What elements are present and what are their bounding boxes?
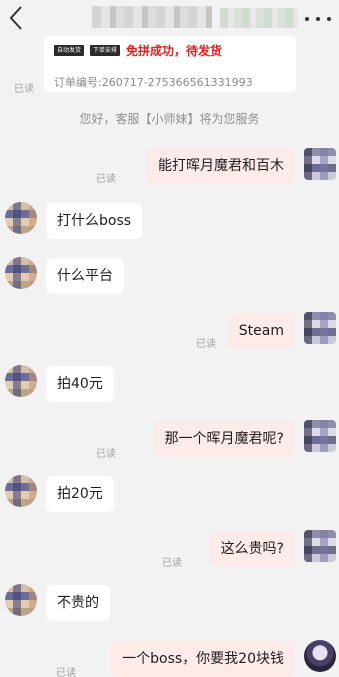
peer-avatar[interactable] bbox=[5, 365, 37, 397]
read-receipt: 已读 bbox=[162, 558, 182, 569]
my-avatar[interactable] bbox=[304, 420, 336, 452]
my-avatar[interactable] bbox=[304, 312, 336, 344]
read-receipt: 已读 bbox=[96, 449, 116, 460]
read-receipt: 已读 bbox=[14, 84, 34, 95]
read-receipt: 已读 bbox=[96, 174, 116, 185]
message-bubble-incoming[interactable]: 拍40元 bbox=[46, 366, 114, 402]
peer-avatar[interactable] bbox=[5, 584, 37, 616]
blurred-shop-badge bbox=[220, 8, 298, 28]
system-message: 您好，客服【小师妹】将为您服务 bbox=[79, 112, 260, 126]
message-bubble-outgoing[interactable]: 能打晖月魔君和百木 bbox=[147, 148, 295, 184]
my-avatar[interactable] bbox=[304, 640, 336, 672]
top-bar bbox=[0, 0, 339, 40]
more-dots-icon[interactable] bbox=[305, 10, 331, 28]
message-bubble-outgoing[interactable]: 这么贵吗? bbox=[209, 531, 295, 567]
my-avatar[interactable] bbox=[304, 530, 336, 562]
chevron-left-icon[interactable] bbox=[6, 4, 28, 32]
message-bubble-outgoing[interactable]: Steam bbox=[227, 313, 295, 349]
peer-avatar[interactable] bbox=[5, 202, 37, 234]
order-card[interactable]: 自动发货 下单安排 免拼成功，待发货 订单编号:260717-275366561… bbox=[44, 36, 296, 92]
message-bubble-incoming[interactable]: 什么平台 bbox=[46, 258, 124, 294]
read-receipt: 已读 bbox=[196, 339, 216, 350]
auto-delivery-tag: 自动发货 bbox=[54, 45, 85, 56]
peer-avatar[interactable] bbox=[5, 257, 37, 289]
message-bubble-incoming[interactable]: 打什么boss bbox=[46, 203, 143, 239]
message-bubble-outgoing[interactable]: 那一个晖月魔君呢? bbox=[153, 421, 295, 457]
message-bubble-outgoing[interactable]: 一个boss，你要我20块钱 bbox=[111, 641, 295, 677]
order-arrange-tag: 下单安排 bbox=[90, 45, 121, 56]
blurred-shop-name bbox=[92, 6, 212, 28]
peer-avatar[interactable] bbox=[5, 475, 37, 507]
message-bubble-incoming[interactable]: 拍20元 bbox=[46, 476, 114, 512]
order-status: 免拼成功，待发货 bbox=[126, 44, 223, 58]
read-receipt: 已读 bbox=[56, 668, 76, 677]
order-number: 订单编号:260717-275366561331993 bbox=[54, 76, 253, 89]
my-avatar[interactable] bbox=[304, 148, 336, 180]
message-bubble-incoming[interactable]: 不贵的 bbox=[46, 585, 110, 621]
